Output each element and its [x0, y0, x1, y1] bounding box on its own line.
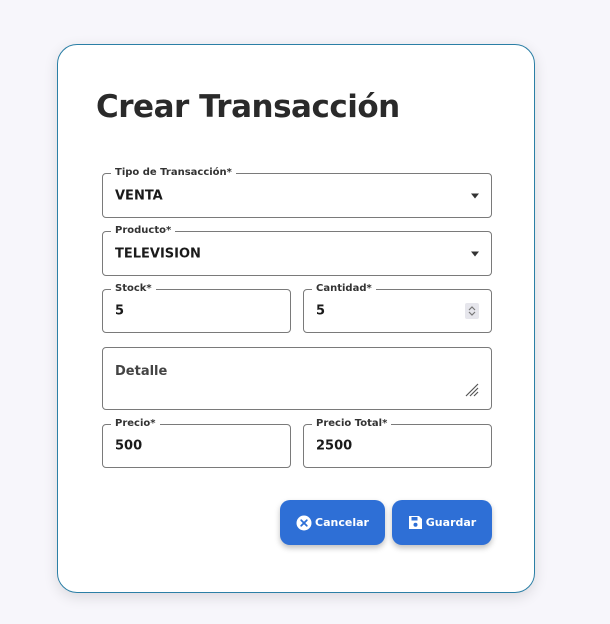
total-price-field[interactable]: Precio Total* 2500 [303, 417, 492, 468]
transaction-type-select[interactable]: Tipo de Transacción* VENTA [102, 166, 492, 218]
total-price-value: 2500 [316, 438, 353, 454]
product-label: Producto* [111, 224, 176, 238]
total-price-label: Precio Total* [312, 417, 392, 431]
page-title: Crear Transacción [96, 89, 400, 125]
quantity-stepper[interactable] [465, 303, 479, 319]
detail-placeholder: Detalle [115, 364, 168, 379]
stock-field[interactable]: Stock* 5 [102, 282, 291, 333]
resize-handle-icon[interactable] [465, 383, 479, 397]
save-button-label: Guardar [425, 516, 477, 529]
floppy-disk-icon [408, 516, 422, 529]
save-button[interactable]: Guardar [392, 500, 492, 545]
product-select[interactable]: Producto* TELEVISION [102, 224, 492, 276]
quantity-field[interactable]: Cantidad* 5 [303, 282, 492, 333]
product-value: TELEVISION [115, 246, 201, 261]
quantity-value: 5 [316, 303, 326, 319]
number-spinner-icon [468, 306, 476, 316]
chevron-down-icon [471, 193, 479, 198]
stock-label: Stock* [111, 282, 156, 296]
price-field[interactable]: Precio* 500 [102, 417, 291, 468]
transaction-form-card: Crear Transacción Tipo de Transacción* V… [57, 44, 535, 593]
cancel-button-label: Cancelar [315, 516, 369, 529]
price-label: Precio* [111, 417, 160, 431]
quantity-label: Cantidad* [312, 282, 376, 296]
detail-textarea[interactable]: Detalle [102, 347, 492, 410]
close-circle-icon [296, 515, 312, 530]
transaction-type-label: Tipo de Transacción* [111, 166, 236, 180]
chevron-down-icon [471, 251, 479, 256]
stock-value: 5 [115, 303, 125, 319]
transaction-type-value: VENTA [115, 188, 163, 203]
cancel-button[interactable]: Cancelar [280, 500, 385, 545]
price-value: 500 [115, 438, 143, 454]
